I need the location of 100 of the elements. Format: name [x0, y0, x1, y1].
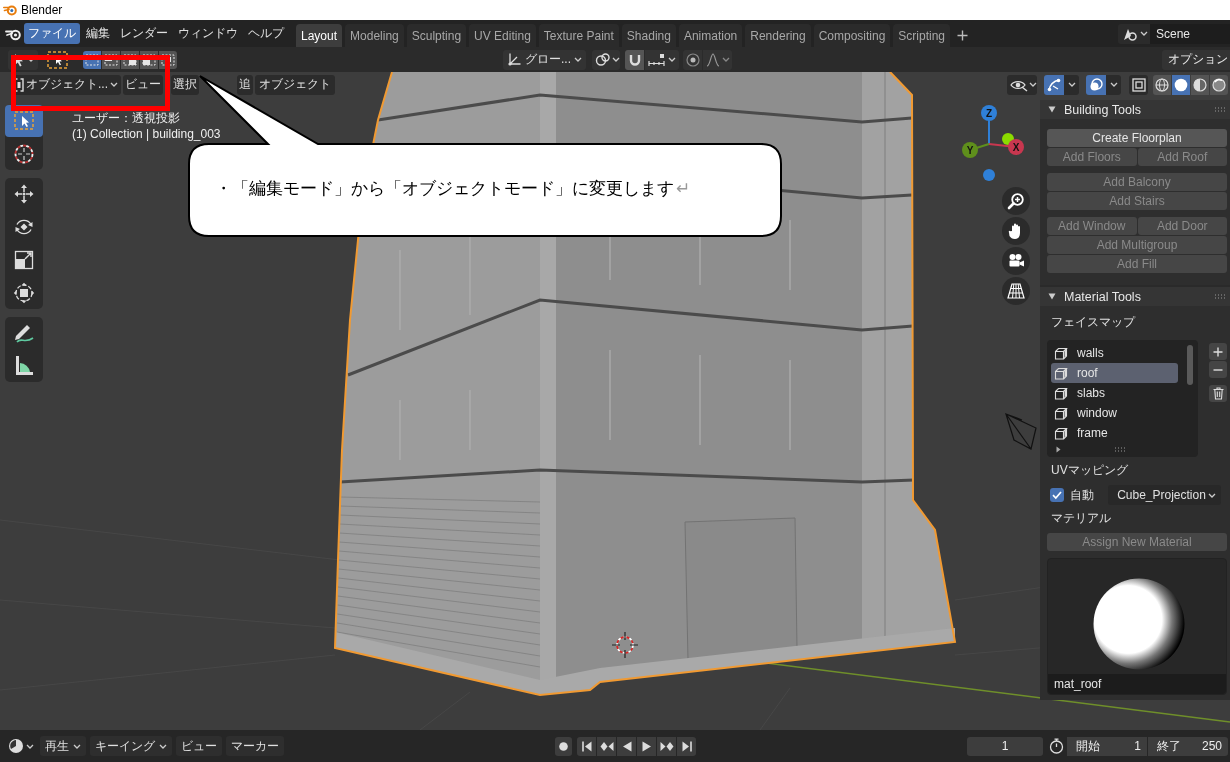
falloff-dropdown[interactable]	[703, 49, 732, 70]
face-map-item[interactable]: window	[1051, 403, 1178, 423]
caret-icon	[73, 743, 81, 749]
timeline-menu[interactable]: マーカー	[226, 736, 284, 756]
timeline-menu[interactable]: 再生	[40, 736, 86, 756]
caret-icon	[26, 743, 34, 749]
workspace-tab[interactable]: Rendering	[745, 24, 811, 47]
movie-camera-icon	[1007, 253, 1025, 269]
cube-icon	[1054, 346, 1068, 360]
jump-to-start-button[interactable]	[577, 736, 596, 756]
pencil-icon	[13, 322, 35, 344]
delete-button[interactable]	[1209, 385, 1227, 402]
start-frame-field[interactable]: 開始 1	[1067, 736, 1147, 756]
previous-keyframe-button[interactable]	[597, 736, 616, 756]
workspace-tab[interactable]: Layout	[296, 24, 343, 47]
play-button[interactable]	[637, 736, 656, 756]
caret-icon	[1208, 492, 1216, 498]
record-button[interactable]	[555, 736, 572, 756]
gizmo-dropdown[interactable]	[1064, 74, 1079, 95]
header-menu-button[interactable]: 選択	[171, 74, 199, 95]
scrollbar-thumb[interactable]	[1187, 345, 1193, 385]
crosshair-target-icon[interactable]	[611, 631, 639, 659]
workspace-tab[interactable]: UV Editing	[469, 24, 536, 47]
material-shading-button[interactable]	[1191, 74, 1209, 95]
menu-item[interactable]: ファイル	[24, 23, 80, 44]
panel-header[interactable]: Building Tools	[1040, 100, 1230, 119]
axis-handle[interactable]: Z	[981, 105, 997, 121]
workspace-tab[interactable]: Texture Paint	[538, 24, 619, 47]
pan-button[interactable]	[1002, 217, 1030, 245]
caret-icon	[159, 743, 167, 749]
rendered-shading-button[interactable]	[1210, 74, 1228, 95]
xray-squares-icon	[1131, 77, 1146, 92]
next-keyframe-button[interactable]	[657, 736, 676, 756]
add-face-map-button[interactable]	[1209, 343, 1227, 360]
crosshair-ring-icon	[13, 143, 35, 165]
selection-mode-icon	[161, 53, 175, 66]
snap-toggle[interactable]	[625, 49, 644, 70]
face-map-item[interactable]: roof	[1051, 363, 1178, 383]
scene-field[interactable]: Scene	[1150, 23, 1230, 44]
menu-item[interactable]: ヘルプ	[244, 23, 288, 44]
snap-target-dropdown[interactable]	[645, 49, 679, 70]
workspace-tab[interactable]: Animation	[678, 24, 743, 47]
timeline-menu[interactable]: キーイング	[90, 736, 172, 756]
wireframe-shading-button[interactable]	[1153, 74, 1171, 95]
minus-icon	[1213, 368, 1223, 371]
action-button[interactable]: Create Floorplan	[1047, 129, 1227, 147]
checkbox-label[interactable]: 自動	[1070, 486, 1094, 504]
overlay-toggle[interactable]	[1086, 74, 1106, 95]
pivot-dropdown[interactable]	[592, 49, 620, 70]
cube-icon	[1054, 386, 1068, 400]
gizmo-toggle[interactable]	[1044, 74, 1064, 95]
skip-end-icon	[681, 740, 692, 752]
panel-header[interactable]: Material Tools	[1040, 287, 1230, 306]
perspective-toggle-button[interactable]	[1002, 277, 1030, 305]
remove-face-map-button[interactable]	[1209, 361, 1227, 378]
face-map-item[interactable]: walls	[1051, 343, 1178, 363]
selection-mode-icon	[85, 53, 99, 66]
proportional-edit-toggle[interactable]	[683, 49, 702, 70]
workspace-tab[interactable]: Sculpting	[406, 24, 467, 47]
orientation-dropdown[interactable]: グロー...	[503, 49, 586, 70]
end-frame-field[interactable]: 終了 250	[1148, 736, 1228, 756]
face-map-item[interactable]: frame	[1051, 423, 1178, 443]
projection-dropdown[interactable]: Cube_Projection	[1108, 485, 1221, 505]
xray-toggle[interactable]	[1129, 74, 1148, 95]
visibility-dropdown[interactable]	[1007, 74, 1037, 95]
axis-handle[interactable]: X	[1008, 139, 1024, 155]
select-box-icon[interactable]	[47, 50, 68, 69]
material-name-field[interactable]: mat_roof	[1048, 674, 1226, 694]
record-dot-icon	[559, 741, 568, 751]
zoom-button[interactable]	[1002, 187, 1030, 215]
play-reverse-button[interactable]	[617, 736, 636, 756]
auto-checkbox[interactable]	[1050, 488, 1064, 502]
menu-item[interactable]: 編集	[82, 23, 114, 44]
camera-view-button[interactable]	[1002, 247, 1030, 275]
workspace-tab[interactable]: Scripting	[893, 24, 951, 47]
caret-icon	[110, 82, 118, 87]
header-menu-button[interactable]: 追	[237, 74, 253, 95]
expand-triangle-icon[interactable]	[1056, 445, 1061, 453]
stopwatch-icon[interactable]	[1049, 738, 1064, 754]
scene-dropdown[interactable]	[1118, 23, 1150, 44]
menu-item[interactable]: ウィンドウ	[174, 23, 242, 44]
options-button[interactable]: オプション	[1162, 49, 1230, 70]
play-icon	[641, 740, 652, 752]
workspace-tab[interactable]: Compositing	[813, 24, 891, 47]
overlay-dropdown[interactable]	[1106, 74, 1121, 95]
menu-item[interactable]: レンダー	[116, 23, 172, 44]
header-menu-button[interactable]: オブジェクト	[255, 74, 335, 95]
workspace-tab[interactable]: Shading	[621, 24, 676, 47]
grip-icon[interactable]	[1114, 446, 1126, 452]
face-map-item[interactable]: slabs	[1051, 383, 1178, 403]
caret-icon	[1109, 82, 1118, 87]
header-menu-button[interactable]: ビュー	[123, 74, 163, 95]
timeline-menu[interactable]: ビュー	[176, 736, 222, 756]
jump-to-end-button[interactable]	[677, 736, 696, 756]
editor-type-dropdown[interactable]	[6, 736, 36, 756]
workspace-tab[interactable]: Modeling	[345, 24, 404, 47]
current-frame-field[interactable]: 1	[967, 736, 1043, 756]
axis-dot-icon[interactable]	[983, 169, 995, 181]
axis-handle[interactable]: Y	[962, 142, 978, 158]
solid-shading-button[interactable]	[1172, 74, 1190, 95]
